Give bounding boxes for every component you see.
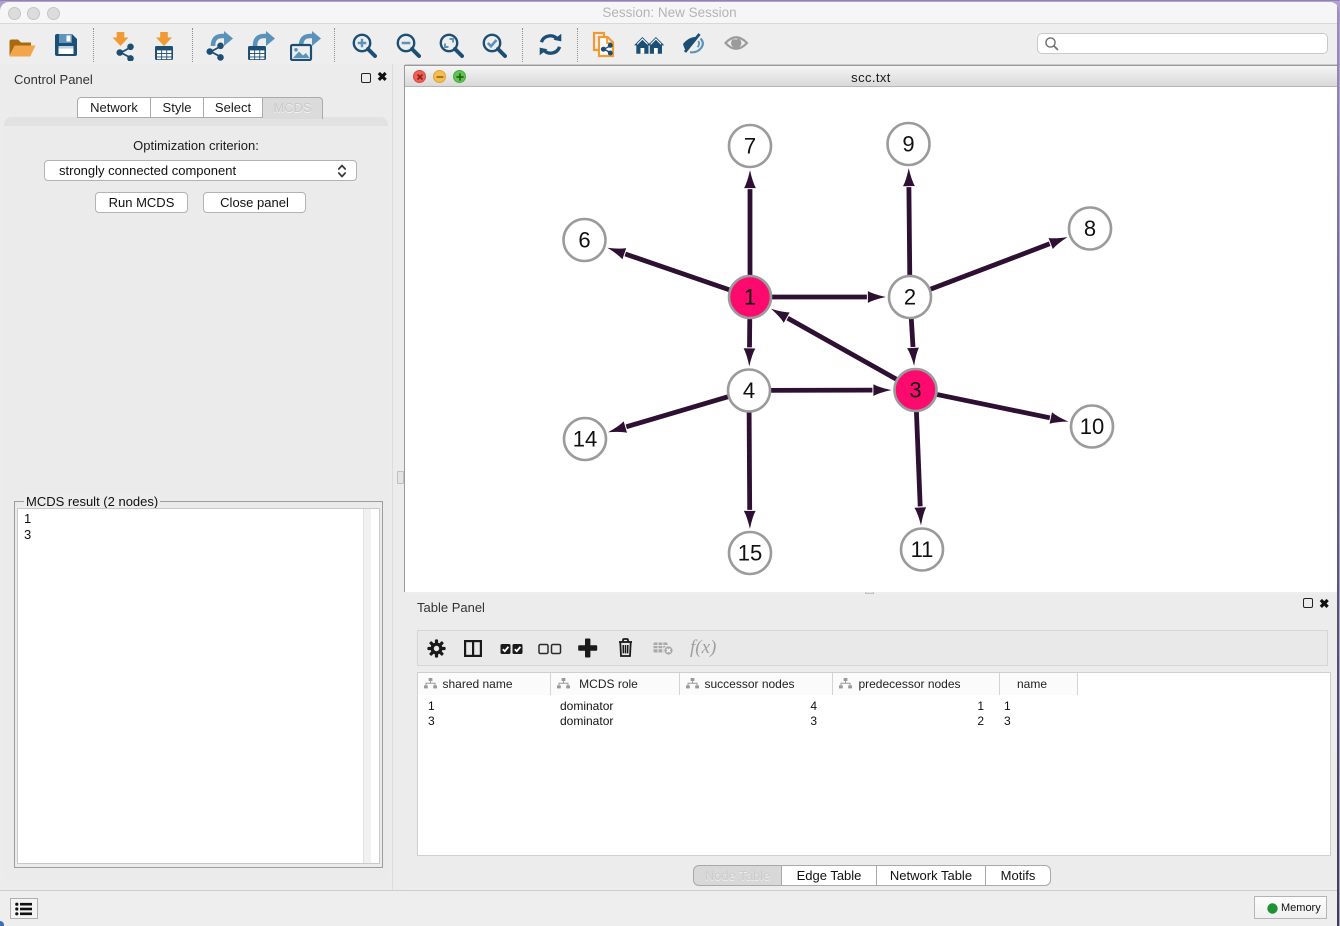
svg-text:3: 3 [909,377,921,402]
svg-text:10: 10 [1080,414,1104,439]
svg-text:8: 8 [1084,216,1096,241]
svg-text:9: 9 [902,131,914,156]
svg-text:1: 1 [744,284,756,309]
svg-text:2: 2 [904,284,916,309]
svg-text:11: 11 [911,537,934,562]
svg-text:f(x): f(x) [690,637,716,658]
svg-text:7: 7 [744,133,756,158]
svg-text:4: 4 [743,378,755,403]
svg-text:14: 14 [573,426,597,451]
svg-text:15: 15 [738,540,762,565]
svg-text:6: 6 [578,227,590,252]
